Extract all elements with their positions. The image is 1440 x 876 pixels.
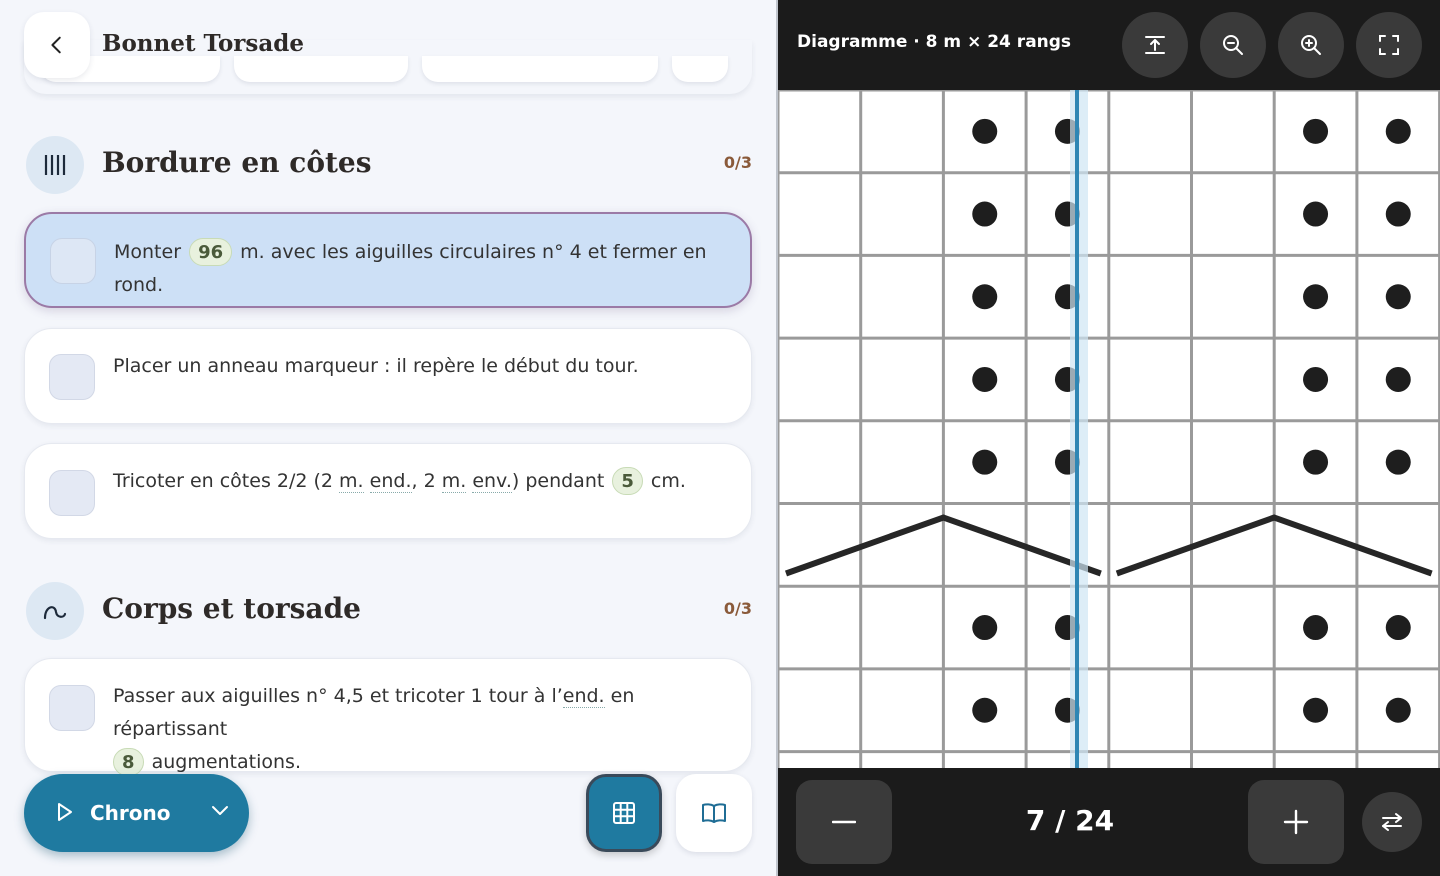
chart-pane: Diagramme · 8 m × 24 rangs 7 / 24 — [778, 0, 1440, 876]
purl-stitch-symbol — [1303, 449, 1329, 475]
step-text-segment: Tricoter en côtes 2/2 (2 — [113, 470, 340, 492]
step-text-segment: Passer aux aiguilles n° 4,5 et tricoter … — [113, 685, 563, 707]
section-title: Bordure en côtes — [102, 146, 372, 179]
text-view-button[interactable] — [676, 774, 752, 852]
swap-direction-button[interactable] — [1362, 792, 1422, 852]
vertical-bars-icon — [26, 136, 84, 194]
step-text-segment: ) pendant — [511, 470, 611, 492]
section-progress-count: 0/3 — [723, 599, 752, 618]
chevron-down-icon[interactable] — [210, 804, 230, 818]
fit-height-icon — [1145, 36, 1165, 54]
row-navigation-bar: 7 / 24 — [778, 768, 1440, 876]
page-title: Bonnet Torsade — [102, 30, 304, 57]
section-header-ribbing[interactable]: Bordure en côtes 0/3 — [26, 136, 752, 194]
fullscreen-button[interactable] — [1356, 12, 1422, 78]
step-text-segment: Monter — [114, 241, 188, 263]
abbreviation[interactable]: end. — [562, 685, 605, 708]
minus-icon — [832, 820, 856, 824]
zoom-in-icon — [1301, 35, 1321, 55]
increase-count-pill[interactable]: 8 — [113, 748, 144, 776]
section-title: Corps et torsade — [102, 592, 361, 625]
ghost-tab-strip — [26, 56, 750, 94]
step-checkbox[interactable] — [49, 354, 95, 400]
purl-stitch-symbol — [1385, 366, 1411, 392]
fit-height-button[interactable] — [1122, 12, 1188, 78]
abbreviation[interactable]: end. — [369, 470, 412, 493]
chart-grid[interactable] — [778, 90, 1440, 768]
step-text-segment: augmentations. — [145, 751, 301, 773]
next-row-button[interactable] — [1248, 780, 1344, 864]
purl-stitch-symbol — [1303, 201, 1329, 227]
purl-stitch-symbol — [1385, 284, 1411, 310]
grid-icon — [613, 802, 635, 824]
instructions-pane: Bonnet Torsade Bordure en côtes 0/3 Mont… — [0, 0, 778, 876]
purl-stitch-symbol — [1385, 615, 1411, 641]
chrono-button[interactable]: Chrono — [24, 774, 249, 852]
ghost-tab — [234, 56, 408, 82]
step-card[interactable]: Passer aux aiguilles n° 4,5 et tricoter … — [24, 658, 752, 776]
step-checkbox[interactable] — [49, 470, 95, 516]
purl-stitch-symbol — [1303, 615, 1329, 641]
section-progress-count: 0/3 — [723, 153, 752, 172]
step-text: Monter 96 m. avec les aiguilles circulai… — [114, 236, 720, 302]
purl-stitch-symbol — [972, 201, 998, 227]
purl-stitch-symbol — [972, 366, 998, 392]
purl-stitch-symbol — [1303, 366, 1329, 392]
step-checkbox[interactable] — [50, 238, 96, 284]
section-header-cable[interactable]: Corps et torsade 0/3 — [26, 582, 752, 640]
book-icon — [702, 803, 726, 823]
fullscreen-icon — [1379, 35, 1399, 55]
ghost-tab — [422, 56, 658, 82]
chart-title: Diagramme · 8 m × 24 rangs — [797, 32, 1072, 52]
purl-stitch-symbol — [1385, 697, 1411, 723]
step-checkbox[interactable] — [49, 685, 95, 731]
stitch-count-pill[interactable]: 96 — [189, 238, 233, 266]
chart-view-button[interactable] — [586, 774, 662, 852]
abbreviation[interactable]: m. — [441, 470, 467, 493]
step-text: Placer un anneau marqueur : il repère le… — [113, 355, 639, 377]
purl-stitch-symbol — [1303, 697, 1329, 723]
purl-stitch-symbol — [1385, 201, 1411, 227]
play-icon — [58, 803, 72, 821]
step-text-segment: , 2 — [411, 470, 442, 492]
purl-stitch-symbol — [1303, 284, 1329, 310]
row-counter: 7 / 24 — [1025, 804, 1115, 837]
purl-stitch-symbol — [972, 449, 998, 475]
loop-icon — [26, 582, 84, 640]
zoom-in-button[interactable] — [1278, 12, 1344, 78]
step-card[interactable]: Placer un anneau marqueur : il repère le… — [24, 328, 752, 424]
step-text: Tricoter en côtes 2/2 (2 m. end., 2 m. e… — [113, 465, 721, 498]
chrono-label: Chrono — [90, 801, 171, 825]
purl-stitch-symbol — [972, 118, 998, 144]
purl-stitch-symbol — [972, 615, 998, 641]
back-button[interactable] — [24, 12, 90, 78]
purl-stitch-symbol — [1385, 118, 1411, 144]
knitting-chart[interactable] — [778, 90, 1440, 768]
step-card[interactable]: Tricoter en côtes 2/2 (2 m. end., 2 m. e… — [24, 443, 752, 539]
step-text: Passer aux aiguilles n° 4,5 et tricoter … — [113, 680, 721, 779]
chevron-left-icon — [51, 36, 61, 54]
swap-icon — [1382, 813, 1402, 831]
step-card[interactable]: Monter 96 m. avec les aiguilles circulai… — [24, 212, 752, 308]
purl-stitch-symbol — [1385, 449, 1411, 475]
previous-row-button[interactable] — [796, 780, 892, 864]
purl-stitch-symbol — [972, 697, 998, 723]
step-text-segment — [364, 470, 370, 492]
purl-stitch-symbol — [972, 284, 998, 310]
step-text-segment: cm. — [644, 470, 686, 492]
abbreviation[interactable]: env. — [472, 470, 512, 493]
ghost-tab — [672, 56, 728, 82]
abbreviation[interactable]: m. — [339, 470, 364, 493]
purl-stitch-symbol — [1303, 118, 1329, 144]
plus-icon — [1283, 809, 1309, 835]
length-pill[interactable]: 5 — [612, 467, 643, 495]
zoom-out-icon — [1223, 35, 1243, 55]
zoom-out-button[interactable] — [1200, 12, 1266, 78]
